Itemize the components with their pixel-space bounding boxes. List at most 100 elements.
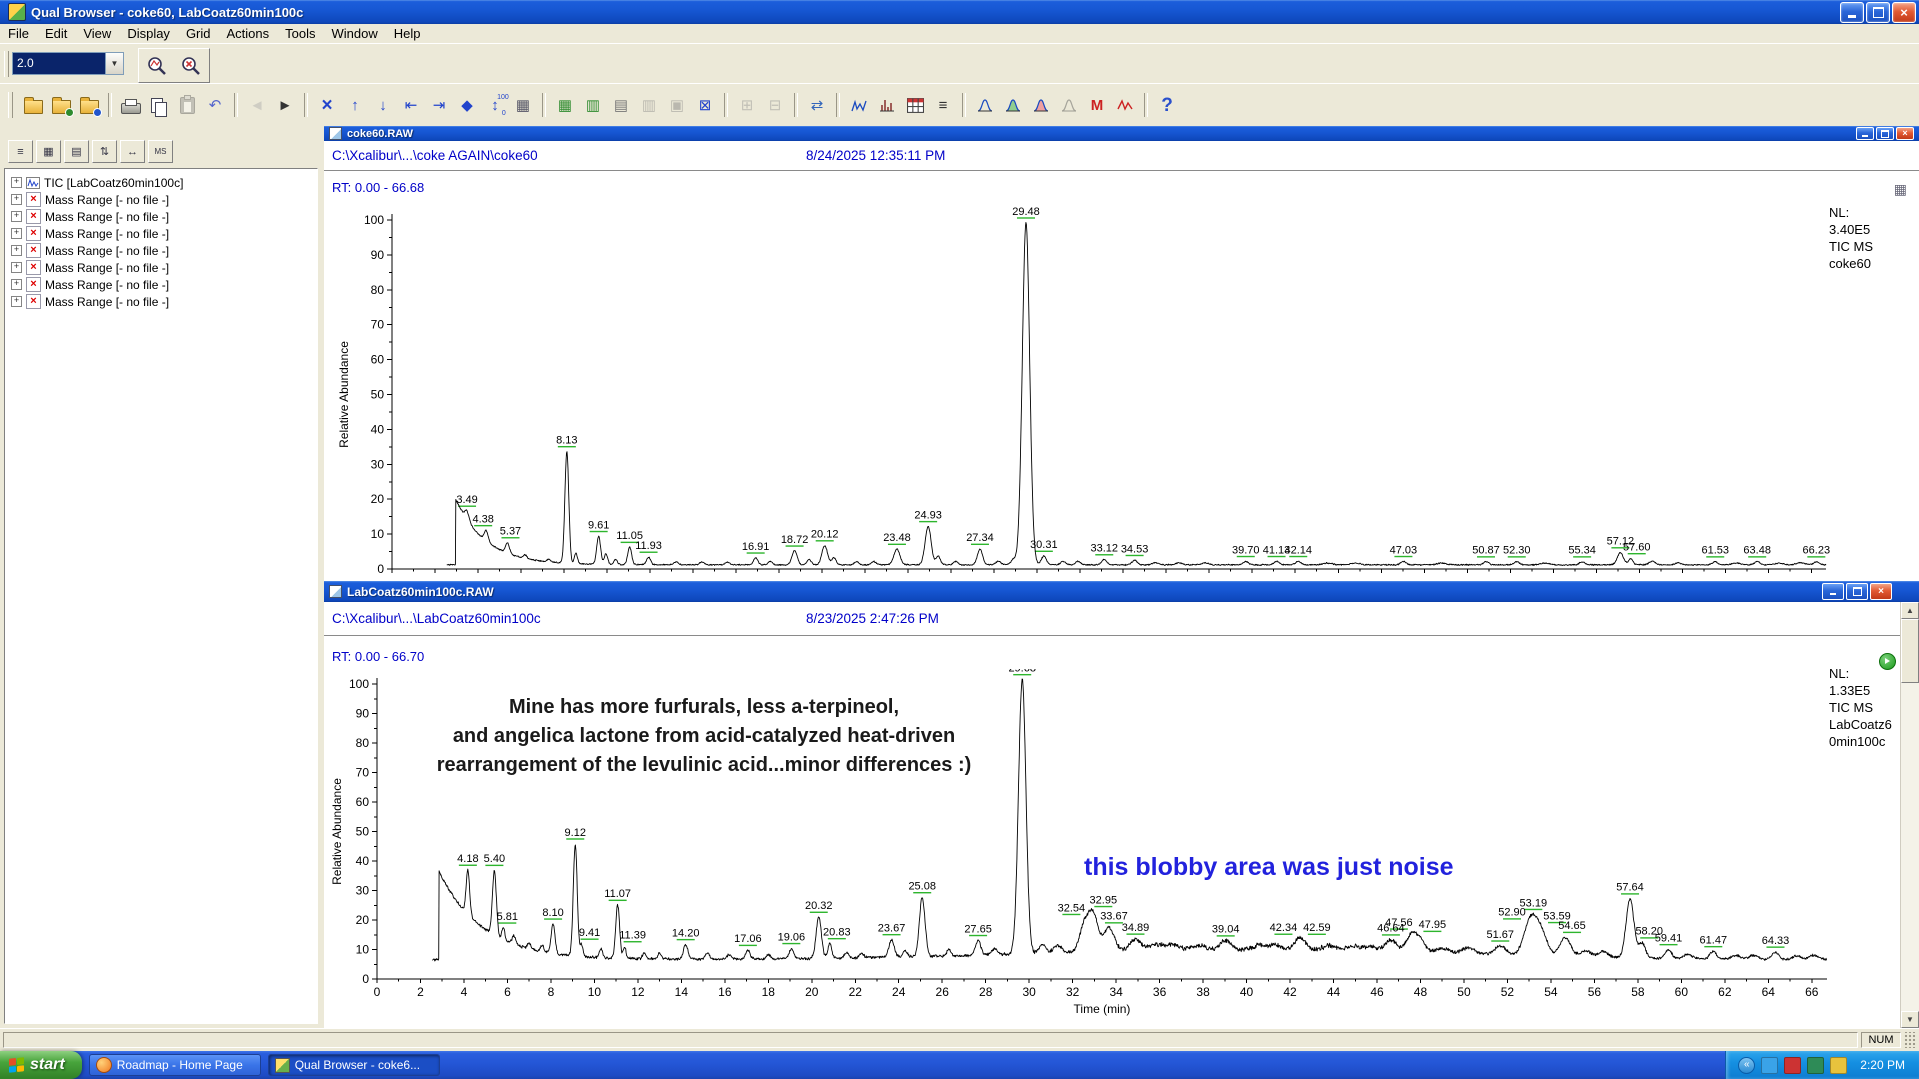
scroll-down-icon[interactable]: ▼ (1901, 1011, 1919, 1028)
normalize-0-100-button[interactable]: ↕1000 (481, 91, 509, 119)
menu-grid[interactable]: Grid (178, 24, 219, 43)
tree-item-3[interactable]: +×Mass Range [- no file -] (5, 225, 317, 242)
ranges-button[interactable]: ⇄ (803, 91, 831, 119)
tree-item-7[interactable]: +×Mass Range [- no file -] (5, 293, 317, 310)
minimize-button[interactable] (1840, 2, 1864, 23)
expander-plus-icon[interactable]: + (11, 245, 22, 256)
paste-button[interactable] (173, 91, 201, 119)
expander-plus-icon[interactable]: + (11, 296, 22, 307)
chromatogram-plot-coke60[interactable]: 0102030405060708090100Relative Abundance… (324, 196, 1919, 581)
back-button[interactable]: ◄ (243, 91, 271, 119)
grid-insert-cell-button[interactable]: ▦ (551, 91, 579, 119)
pane1-close-button[interactable]: × (1896, 127, 1914, 140)
tree-item-5[interactable]: +×Mass Range [- no file -] (5, 259, 317, 276)
peak-detection-button[interactable] (971, 91, 999, 119)
display-options-button[interactable]: ▦ (509, 91, 537, 119)
close-button[interactable]: × (1892, 2, 1916, 23)
tree-item-0[interactable]: +TIC [LabCoatz60min100c] (5, 174, 317, 191)
sort-order-button[interactable]: ⇅ (92, 140, 117, 163)
reset-scaling-button[interactable]: × (313, 91, 341, 119)
cell-info-button[interactable]: ≡ (8, 140, 33, 163)
integration-button[interactable] (999, 91, 1027, 119)
tree-item-2[interactable]: +×Mass Range [- no file -] (5, 208, 317, 225)
pane1-titlebar[interactable]: coke60.RAW × (324, 126, 1919, 141)
pane1-maximize-button[interactable] (1876, 127, 1894, 140)
export-data-button[interactable] (75, 91, 103, 119)
open-result-file-button[interactable] (47, 91, 75, 119)
cancel-zoom-button[interactable] (174, 50, 208, 81)
tree-item-6[interactable]: +×Mass Range [- no file -] (5, 276, 317, 293)
spectrum-list-view-button[interactable]: ≡ (929, 91, 957, 119)
taskbar-task-roadmap[interactable]: Roadmap - Home Page (89, 1054, 261, 1076)
menu-view[interactable]: View (75, 24, 119, 43)
tray-shield-icon[interactable] (1784, 1057, 1801, 1074)
tree-item-4[interactable]: +×Mass Range [- no file -] (5, 242, 317, 259)
mass-options-button[interactable]: M (1083, 91, 1111, 119)
pane1-minimize-button[interactable] (1856, 127, 1874, 140)
pane2-maximize-button[interactable] (1846, 583, 1868, 600)
pin-cell-button[interactable]: ⊞ (733, 91, 761, 119)
cell-grid-icon[interactable]: ▦ (1894, 182, 1907, 196)
grid-info-button[interactable]: ▦ (36, 140, 61, 163)
expander-plus-icon[interactable]: + (11, 177, 22, 188)
expander-plus-icon[interactable]: + (11, 211, 22, 222)
ms-view-button[interactable]: MS (148, 140, 173, 163)
link-cells-button[interactable]: ⊠ (691, 91, 719, 119)
chromatogram-view-button[interactable] (845, 91, 873, 119)
scan-filter-combobox[interactable]: 2.0 ▼ (12, 52, 124, 75)
pane2-minimize-button[interactable] (1822, 583, 1844, 600)
menu-edit[interactable]: Edit (37, 24, 75, 43)
menu-tools[interactable]: Tools (277, 24, 323, 43)
pane2-titlebar[interactable]: LabCoatz60min100c.RAW × (324, 581, 1919, 602)
print-button[interactable] (117, 91, 145, 119)
tray-network-icon[interactable] (1807, 1057, 1824, 1074)
open-raw-file-button[interactable] (19, 91, 47, 119)
autoscale-button[interactable]: ◆ (453, 91, 481, 119)
map-view-button[interactable] (901, 91, 929, 119)
pan-left-button[interactable]: ⇤ (397, 91, 425, 119)
copy-button[interactable] (145, 91, 173, 119)
cell-coke60[interactable]: coke60.RAW × C:\Xcalibur\...\coke AGAIN\… (324, 126, 1919, 581)
menu-actions[interactable]: Actions (219, 24, 278, 43)
toolbar-grip[interactable] (8, 92, 13, 118)
forward-button[interactable]: ► (271, 91, 299, 119)
unpin-cell-button[interactable]: ⊟ (761, 91, 789, 119)
expander-plus-icon[interactable]: + (11, 228, 22, 239)
hide-icons-chevron-icon[interactable]: « (1738, 1057, 1755, 1074)
vertical-scrollbar[interactable]: ▲ ▼ (1900, 602, 1919, 1028)
report-view-button[interactable]: ▤ (64, 140, 89, 163)
scale-y-down-button[interactable]: ↓ (369, 91, 397, 119)
menu-window[interactable]: Window (324, 24, 386, 43)
app-titlebar[interactable]: Qual Browser - coke60, LabCoatz60min100c… (0, 0, 1919, 24)
scroll-up-icon[interactable]: ▲ (1901, 602, 1919, 619)
smoothing-button[interactable] (1055, 91, 1083, 119)
scale-y-up-button[interactable]: ↑ (341, 91, 369, 119)
expander-plus-icon[interactable]: + (11, 279, 22, 290)
taskbar-task-qual-browser[interactable]: Qual Browser - coke6... (268, 1054, 440, 1076)
help-button[interactable]: ? (1153, 91, 1181, 119)
expander-plus-icon[interactable]: + (11, 194, 22, 205)
spectrum-view-button[interactable] (873, 91, 901, 119)
pane2-close-button[interactable]: × (1870, 583, 1892, 600)
menu-file[interactable]: File (0, 24, 37, 43)
cell-labcoatz60min100c[interactable]: LabCoatz60min100c.RAW × C:\Xcalibur\...\… (324, 581, 1919, 1028)
zoom-chromatogram-button[interactable] (140, 50, 174, 81)
pan-right-button[interactable]: ⇥ (425, 91, 453, 119)
menu-display[interactable]: Display (119, 24, 178, 43)
tree-item-1[interactable]: +×Mass Range [- no file -] (5, 191, 317, 208)
tray-volume-icon[interactable] (1830, 1057, 1847, 1074)
grid-split-cell-button[interactable]: ▥ (579, 91, 607, 119)
background-subtract-button[interactable] (1027, 91, 1055, 119)
toolbar-grip[interactable] (4, 51, 9, 77)
swap-ranges-button[interactable]: ↔ (120, 140, 145, 163)
resize-grip[interactable] (1903, 1032, 1917, 1048)
chevron-down-icon[interactable]: ▼ (105, 53, 123, 74)
maximize-button[interactable] (1866, 2, 1890, 23)
tray-display-icon[interactable] (1761, 1057, 1778, 1074)
grid-delete-cell-button[interactable]: ▣ (663, 91, 691, 119)
undo-button[interactable]: ↶ (201, 91, 229, 119)
annotate-button[interactable] (1111, 91, 1139, 119)
expander-plus-icon[interactable]: + (11, 262, 22, 273)
grid-column-button[interactable]: ▥ (635, 91, 663, 119)
menu-help[interactable]: Help (386, 24, 429, 43)
